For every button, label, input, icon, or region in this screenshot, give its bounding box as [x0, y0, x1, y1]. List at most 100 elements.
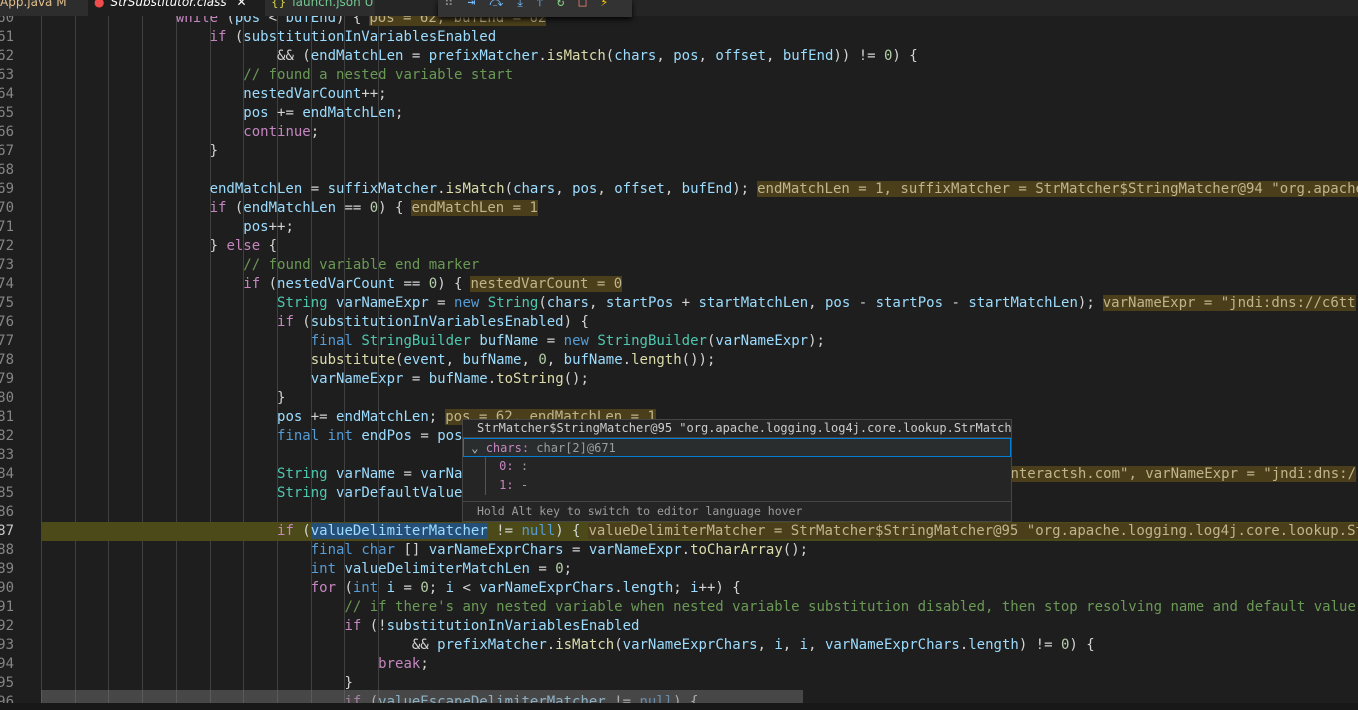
line-number[interactable]: 87: [0, 522, 14, 541]
line-number[interactable]: 73: [0, 256, 14, 275]
step-into-button[interactable]: ⤓: [517, 0, 523, 9]
line-number[interactable]: 90: [0, 579, 14, 598]
code-line[interactable]: 89 int valueDelimiterMatchLen = 0;: [0, 560, 1358, 579]
line-number[interactable]: 71: [0, 218, 14, 237]
line-number[interactable]: 92: [0, 617, 14, 636]
code-token: // found a nested variable start: [243, 67, 514, 83]
tab-launch-json[interactable]: {} launch.json U: [265, 0, 375, 16]
code-line[interactable]: 92 if (!substitutionInVariablesEnabled: [0, 617, 1358, 636]
variable-tree-item[interactable]: 1: -: [463, 476, 1011, 495]
line-number[interactable]: 77: [0, 332, 14, 351]
code-line[interactable]: 79 varNameExpr = bufName.toString();: [0, 370, 1358, 389]
code-line[interactable]: 78 substitute(event, bufName, 0, bufName…: [0, 351, 1358, 370]
line-number[interactable]: 61: [0, 28, 14, 47]
line-number[interactable]: 84: [0, 465, 14, 484]
tab-strsubstitutor-class[interactable]: ● StrSubstitutor.class ✕: [88, 0, 265, 16]
line-number[interactable]: 76: [0, 313, 14, 332]
code-token: nestedVarCount: [243, 86, 362, 102]
line-number[interactable]: 65: [0, 104, 14, 123]
code-line[interactable]: 93 && prefixMatcher.isMatch(varNameExprC…: [0, 636, 1358, 655]
tab-app-java[interactable]: App.java M: [0, 0, 88, 16]
code-token: int: [310, 561, 337, 577]
code-line[interactable]: 68: [0, 161, 1358, 180]
code-token: if: [209, 29, 227, 45]
code-editor[interactable]: 60 while (pos < bufEnd) {pos = 62, bufEn…: [0, 0, 1358, 703]
code-line[interactable]: 66 continue;: [0, 123, 1358, 142]
step-out-button[interactable]: ⤒: [537, 0, 543, 9]
line-number[interactable]: 95: [0, 674, 14, 693]
line-number[interactable]: 88: [0, 541, 14, 560]
chevron-down-icon[interactable]: ⌄: [471, 441, 478, 455]
code-token: String: [277, 466, 328, 482]
line-number[interactable]: 79: [0, 370, 14, 389]
code-line[interactable]: 75 String varNameExpr = new String(chars…: [0, 294, 1358, 313]
code-line[interactable]: 67 }: [0, 142, 1358, 161]
line-number[interactable]: 75: [0, 294, 14, 313]
line-number[interactable]: 89: [0, 560, 14, 579]
code-line[interactable]: 87 if (valueDelimiterMatcher != null) {v…: [0, 522, 1358, 541]
line-number[interactable]: 69: [0, 180, 14, 199]
line-number[interactable]: 67: [0, 142, 14, 161]
code-line[interactable]: 80 }: [0, 389, 1358, 408]
line-number[interactable]: 80: [0, 389, 14, 408]
line-number[interactable]: 93: [0, 636, 14, 655]
code-token: =: [403, 48, 429, 64]
continue-button[interactable]: ⇥: [468, 0, 476, 9]
code-line[interactable]: 90 for (int i = 0; i < varNameExprChars.…: [0, 579, 1358, 598]
code-line[interactable]: 73 // found variable end marker: [0, 256, 1358, 275]
code-line[interactable]: 62 && (endMatchLen = prefixMatcher.isMat…: [0, 47, 1358, 66]
horizontal-scrollbar[interactable]: [41, 690, 803, 703]
stop-button[interactable]: □: [579, 0, 587, 9]
close-tab-button[interactable]: ✕: [237, 0, 247, 8]
line-number[interactable]: 85: [0, 484, 14, 503]
code-line[interactable]: 77 final StringBuilder bufName = new Str…: [0, 332, 1358, 351]
code-line[interactable]: 63 // found a nested variable start: [0, 66, 1358, 85]
code-line[interactable]: 76 if (substitutionInVariablesEnabled) {: [0, 313, 1358, 332]
line-number[interactable]: 74: [0, 275, 14, 294]
code-line[interactable]: 69 endMatchLen = suffixMatcher.isMatch(c…: [0, 180, 1358, 199]
line-number[interactable]: 63: [0, 66, 14, 85]
line-number[interactable]: 70: [0, 199, 14, 218]
line-number[interactable]: 66: [0, 123, 14, 142]
line-number[interactable]: 78: [0, 351, 14, 370]
code-line[interactable]: 72 } else {: [0, 237, 1358, 256]
code-token: ,: [521, 352, 539, 368]
code-token: endMatchLen: [336, 409, 429, 425]
code-line[interactable]: 65 pos += endMatchLen;: [0, 104, 1358, 123]
line-number[interactable]: 64: [0, 85, 14, 104]
code-line[interactable]: 74 if (nestedVarCount == 0) {nestedVarCo…: [0, 275, 1358, 294]
variable-tree-item-chars[interactable]: ⌄ chars: char[2]@671: [463, 438, 1011, 457]
line-number[interactable]: 83: [0, 446, 14, 465]
hot-code-replace-button[interactable]: ⚡: [600, 0, 608, 9]
code-line[interactable]: 88 final char [] varNameExprChars = varN…: [0, 541, 1358, 560]
code-line[interactable]: 71 pos++;: [0, 218, 1358, 237]
inline-debug-value: endMatchLen = 1, suffixMatcher = StrMatc…: [757, 181, 1358, 197]
code-line[interactable]: 61 if (substitutionInVariablesEnabled: [0, 28, 1358, 47]
restart-button[interactable]: ↻: [557, 0, 565, 9]
line-number[interactable]: 62: [0, 47, 14, 66]
tab-label: App.java: [0, 0, 53, 9]
line-number[interactable]: 82: [0, 427, 14, 446]
drag-handle-icon[interactable]: ⠿: [444, 0, 454, 9]
code-token: toCharArray: [690, 542, 783, 558]
code-line[interactable]: 94 break;: [0, 655, 1358, 674]
code-token: .: [487, 371, 497, 387]
code-token: );: [808, 333, 825, 349]
code-line[interactable]: 70 if (endMatchLen == 0) {endMatchLen = …: [0, 199, 1358, 218]
variable-tree-item[interactable]: 0: :: [463, 457, 1011, 476]
code-line[interactable]: 64 nestedVarCount++;: [0, 85, 1358, 104]
line-number[interactable]: 91: [0, 598, 14, 617]
line-number[interactable]: 68: [0, 161, 14, 180]
line-number[interactable]: 96: [0, 693, 14, 703]
line-number[interactable]: 86: [0, 503, 14, 522]
code-line[interactable]: 91 // if there's any nested variable whe…: [0, 598, 1358, 617]
line-number[interactable]: 72: [0, 237, 14, 256]
line-number[interactable]: 94: [0, 655, 14, 674]
step-over-button[interactable]: ⤼: [489, 0, 503, 9]
line-number[interactable]: 81: [0, 408, 14, 427]
code-token: pos: [572, 181, 598, 197]
